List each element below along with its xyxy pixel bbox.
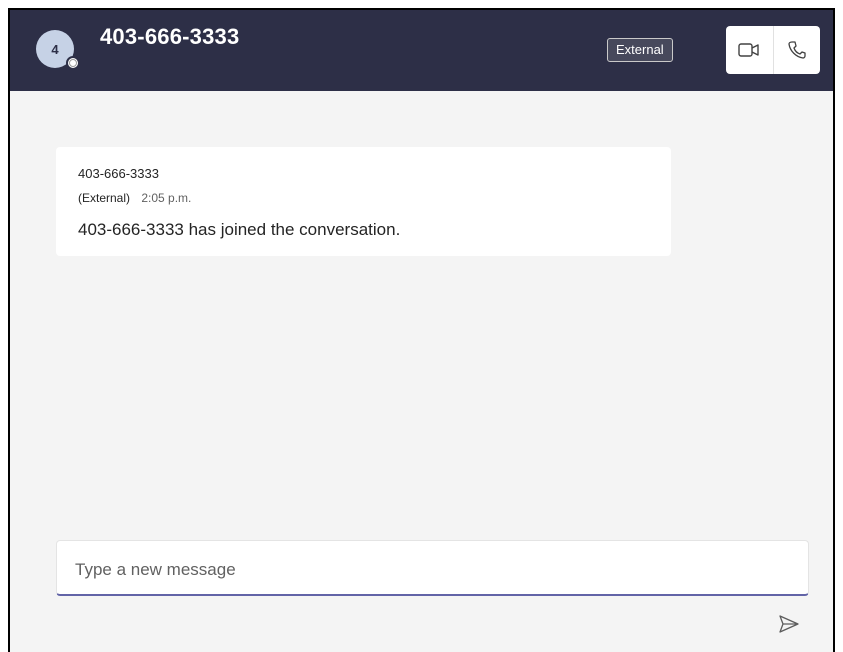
send-button[interactable] — [774, 611, 804, 637]
message-card[interactable]: 403-666-3333 (External) 2:05 p.m. 403-66… — [56, 147, 671, 256]
message-sender: 403-666-3333 — [78, 166, 159, 181]
external-badge: External — [607, 38, 673, 62]
external-label: (External) — [78, 191, 131, 205]
message-text: 403-666-3333 has joined the conversation… — [78, 220, 401, 239]
video-call-button[interactable] — [726, 26, 773, 74]
message-meta: (External) 2:05 p.m. — [78, 191, 191, 205]
message-timestamp: 2:05 p.m. — [141, 191, 192, 205]
audio-call-button[interactable] — [772, 26, 821, 74]
chat-title: 403-666-3333 — [100, 24, 240, 49]
chat-header: 4 403-666-3333 External — [10, 10, 833, 91]
message-input[interactable] — [73, 557, 777, 583]
compose-box[interactable] — [56, 540, 809, 596]
video-camera-icon — [738, 43, 759, 57]
presence-status-icon — [66, 56, 80, 70]
call-buttons — [726, 26, 820, 74]
send-icon — [779, 615, 799, 633]
chat-window: 4 403-666-3333 External 403-666-3333 (Ex… — [8, 8, 835, 652]
phone-icon — [788, 41, 806, 59]
